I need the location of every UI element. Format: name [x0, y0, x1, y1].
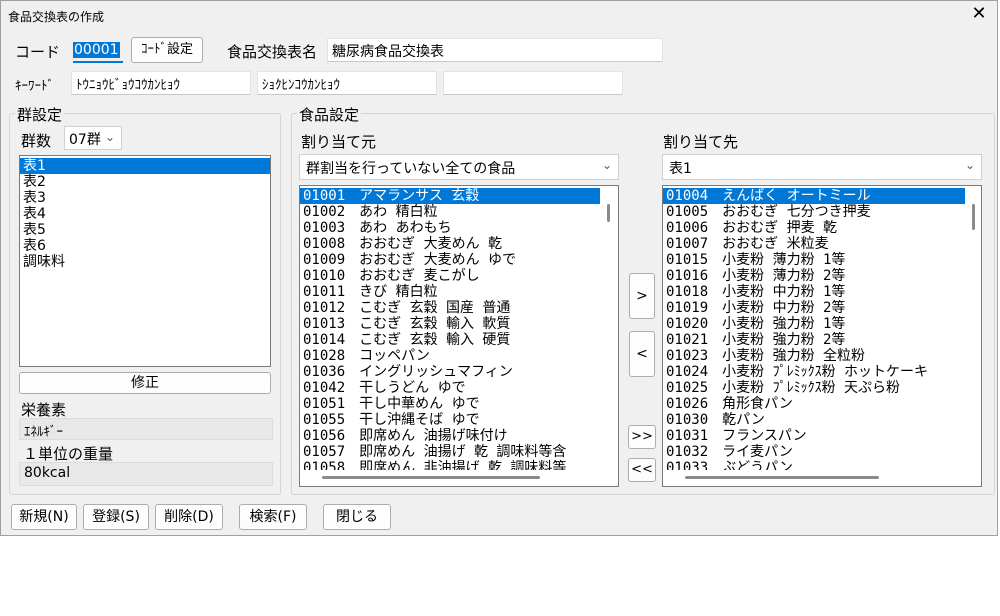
target-food-item[interactable]: 01020 小麦粉 強力粉 1等 [663, 316, 965, 332]
source-food-item[interactable]: 01014 こむぎ 玄穀 輸入 硬質 [300, 332, 600, 348]
new-button[interactable]: 新規(N) [11, 504, 77, 530]
target-food-item[interactable]: 01016 小麦粉 薄力粉 2等 [663, 268, 965, 284]
source-food-item[interactable]: 01001 アマランサス 玄穀 [300, 188, 600, 204]
code-value: 00001 [73, 42, 120, 58]
group-list-item[interactable]: 表4 [20, 206, 270, 222]
delete-button[interactable]: 削除(D) [155, 504, 223, 530]
keyword-field-1[interactable]: ﾄｳﾆｮｳﾋﾞｮｳｺｳｶﾝﾋｮｳ [71, 71, 251, 95]
group-list-item[interactable]: 表5 [20, 222, 270, 238]
food-settings-title: 食品設定 [297, 104, 362, 125]
source-food-item[interactable]: 01010 おおむぎ 麦こがし [300, 268, 600, 284]
group-list[interactable]: 表1 表2 表3 表4 表5 表6 調味料 [19, 155, 271, 367]
move-right-button[interactable]: > [629, 273, 655, 319]
close-button[interactable]: 閉じる [323, 504, 391, 530]
source-vertical-scrollbar[interactable] [607, 204, 610, 222]
source-food-item[interactable]: 01051 干し中華めん ゆで [300, 396, 600, 412]
unit-weight-label: １単位の重量 [23, 445, 114, 463]
unit-weight-value: 80kcal [19, 462, 273, 486]
group-count-select[interactable]: 07群 ⌄ [64, 126, 122, 150]
source-food-item[interactable]: 01003 あわ あわもち [300, 220, 600, 236]
table-name-label: 食品交換表名 [227, 43, 318, 61]
chevron-down-icon: ⌄ [601, 158, 612, 172]
code-settings-button[interactable]: ｺｰﾄﾞ設定 [131, 37, 203, 63]
source-food-item[interactable]: 01058 即席めん 非油揚げ 乾 調味料等 [300, 460, 600, 470]
group-list-item[interactable]: 表3 [20, 190, 270, 206]
source-food-item[interactable]: 01002 あわ 精白粒 [300, 204, 600, 220]
source-food-item[interactable]: 01036 イングリッシュマフィン [300, 364, 600, 380]
source-food-list[interactable]: 01001 アマランサス 玄穀 01002 あわ 精白粒 01003 あわ あわもち… [299, 185, 619, 487]
move-all-left-button[interactable]: << [628, 458, 656, 482]
code-label: コード [15, 43, 61, 61]
source-label: 割り当て元 [301, 133, 377, 151]
target-food-item[interactable]: 01006 おおむぎ 押麦 乾 [663, 220, 965, 236]
group-list-item[interactable]: 表2 [20, 174, 270, 190]
source-food-item[interactable]: 01011 きび 精白粒 [300, 284, 600, 300]
table-name-field[interactable]: 糖尿病食品交換表 [327, 38, 663, 62]
code-field[interactable]: 00001 [73, 39, 123, 63]
keyword-field-2[interactable]: ｼｮｸﾋﾝｺｳｶﾝﾋｮｳ [257, 71, 437, 95]
chevron-down-icon: ⌄ [104, 130, 115, 144]
target-group-select[interactable]: 表1 ⌄ [662, 154, 982, 180]
target-food-item[interactable]: 01023 小麦粉 強力粉 全粒粉 [663, 348, 965, 364]
title-bar: 食品交換表の作成 ✕ [1, 1, 997, 29]
target-food-item[interactable]: 01018 小麦粉 中力粉 1等 [663, 284, 965, 300]
target-food-item[interactable]: 01005 おおむぎ 七分つき押麦 [663, 204, 965, 220]
target-food-item[interactable]: 01026 角形食パン [663, 396, 965, 412]
source-filter-value: 群割当を行っていない全ての食品 [306, 161, 516, 177]
source-horizontal-scrollbar[interactable] [322, 476, 540, 479]
source-food-item[interactable]: 01056 即席めん 油揚げ味付け [300, 428, 600, 444]
nutrient-value: ｴﾈﾙｷﾞｰ [19, 418, 273, 440]
source-food-item[interactable]: 01028 コッペパン [300, 348, 600, 364]
target-food-item[interactable]: 01030 乾パン [663, 412, 965, 428]
source-food-item[interactable]: 01012 こむぎ 玄穀 国産 普通 [300, 300, 600, 316]
group-settings-title: 群設定 [15, 104, 65, 125]
target-group-value: 表1 [669, 161, 692, 177]
target-food-item[interactable]: 01019 小麦粉 中力粉 2等 [663, 300, 965, 316]
target-food-item[interactable]: 01032 ライ麦パン [663, 444, 965, 460]
close-icon[interactable]: ✕ [969, 5, 989, 23]
target-label: 割り当て先 [663, 133, 739, 151]
source-food-item[interactable]: 01009 おおむぎ 大麦めん ゆで [300, 252, 600, 268]
source-food-item[interactable]: 01008 おおむぎ 大麦めん 乾 [300, 236, 600, 252]
target-horizontal-scrollbar[interactable] [685, 476, 879, 479]
source-filter-select[interactable]: 群割当を行っていない全ての食品 ⌄ [299, 154, 619, 180]
target-food-item[interactable]: 01021 小麦粉 強力粉 2等 [663, 332, 965, 348]
target-food-item[interactable]: 01024 小麦粉 ﾌﾟﾚﾐｯｸｽ粉 ホットケーキ [663, 364, 965, 380]
keyword-field-3[interactable] [443, 71, 623, 95]
group-count-value: 07群 [69, 132, 101, 148]
source-food-item[interactable]: 01042 干しうどん ゆで [300, 380, 600, 396]
nutrient-label: 栄養素 [21, 401, 67, 419]
chevron-down-icon: ⌄ [964, 158, 975, 172]
target-food-list[interactable]: 01004 えんばく オートミール 01005 おおむぎ 七分つき押麦 01006 … [662, 185, 982, 487]
dialog-window: 食品交換表の作成 ✕ コード 00001 ｺｰﾄﾞ設定 食品交換表名 糖尿病食品… [0, 0, 998, 536]
target-food-item[interactable]: 01025 小麦粉 ﾌﾟﾚﾐｯｸｽ粉 天ぷら粉 [663, 380, 965, 396]
target-food-item[interactable]: 01031 フランスパン [663, 428, 965, 444]
group-count-label: 群数 [21, 132, 52, 150]
window-title: 食品交換表の作成 [8, 10, 105, 24]
target-food-item[interactable]: 01033 ぶどうパン [663, 460, 965, 470]
source-food-item[interactable]: 01057 即席めん 油揚げ 乾 調味料等含 [300, 444, 600, 460]
source-food-item[interactable]: 01013 こむぎ 玄穀 輸入 軟質 [300, 316, 600, 332]
group-list-item[interactable]: 表6 [20, 238, 270, 254]
move-left-button[interactable]: < [629, 331, 655, 377]
target-vertical-scrollbar[interactable] [972, 204, 975, 230]
target-food-item[interactable]: 01015 小麦粉 薄力粉 1等 [663, 252, 965, 268]
target-food-item[interactable]: 01007 おおむぎ 米粒麦 [663, 236, 965, 252]
move-all-right-button[interactable]: >> [628, 425, 656, 449]
search-button[interactable]: 検索(F) [239, 504, 307, 530]
keyword-label: ｷｰﾜｰﾄﾞ [15, 79, 54, 94]
source-food-item[interactable]: 01055 干し沖縄そば ゆで [300, 412, 600, 428]
modify-button[interactable]: 修正 [19, 372, 271, 394]
target-food-item[interactable]: 01004 えんばく オートミール [663, 188, 965, 204]
group-list-item[interactable]: 表1 [20, 158, 270, 174]
group-list-item[interactable]: 調味料 [20, 254, 270, 270]
register-button[interactable]: 登録(S) [83, 504, 149, 530]
